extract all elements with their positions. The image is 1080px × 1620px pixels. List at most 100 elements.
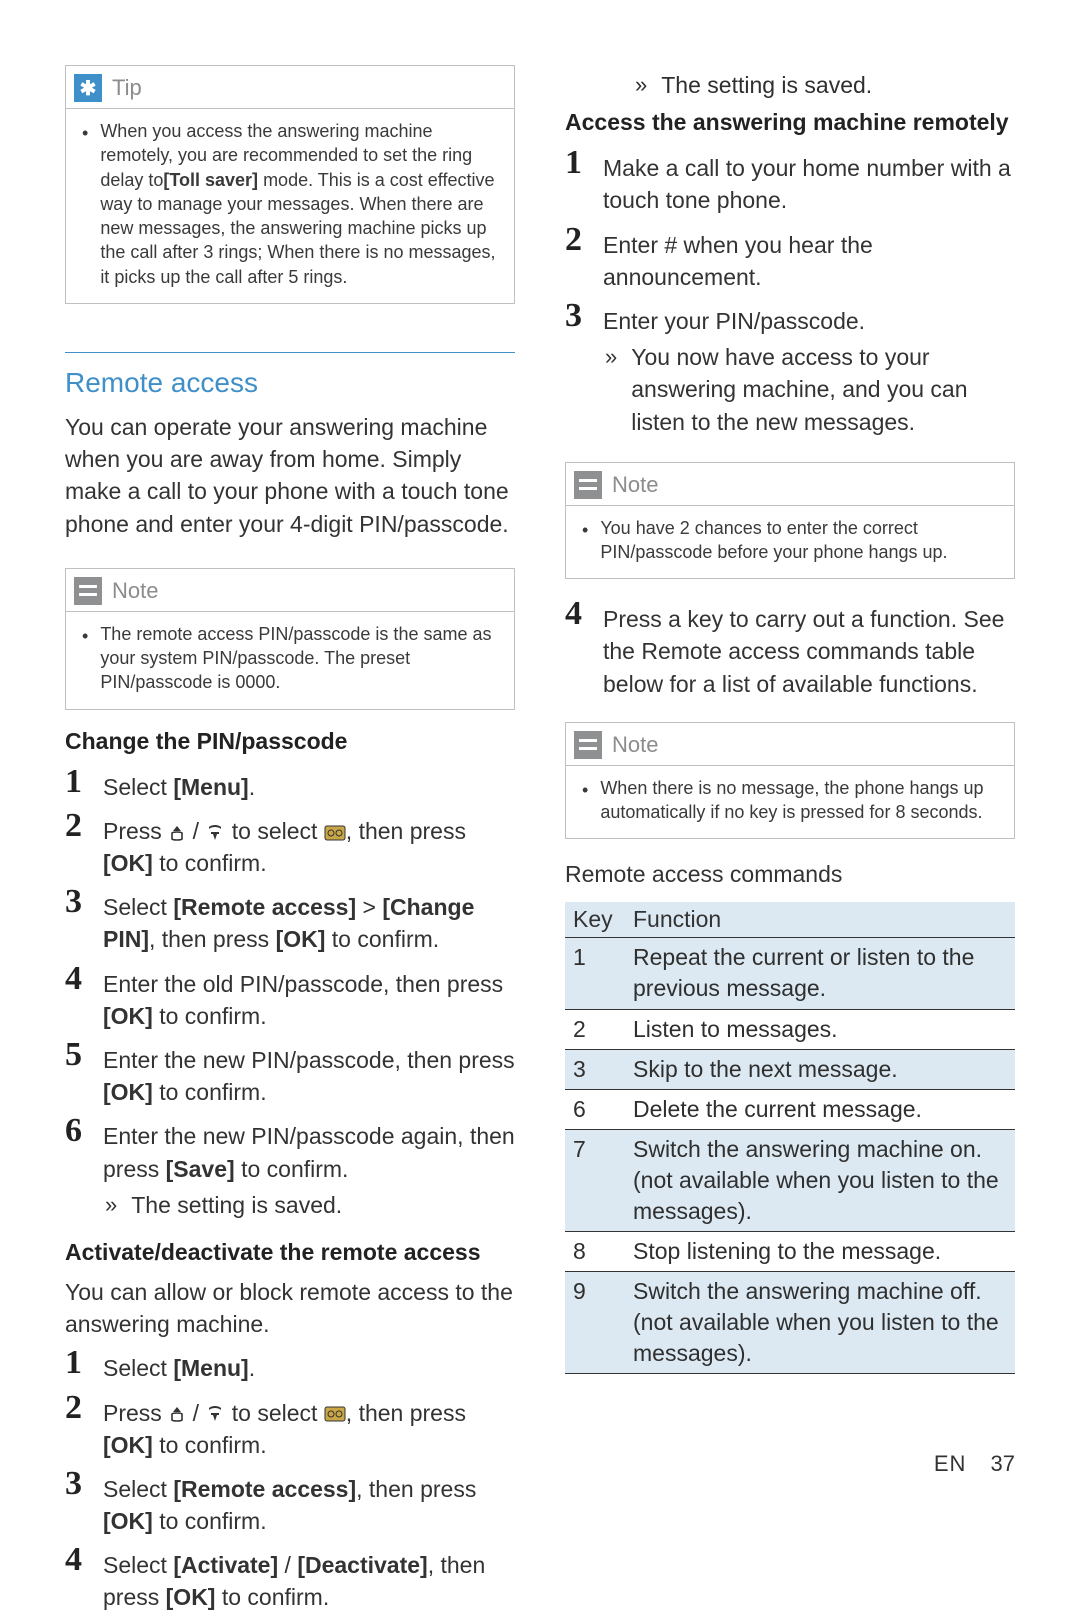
result-arrow-icon: » [105, 1189, 117, 1221]
note1-header: Note [66, 569, 514, 611]
tip-icon: ✱ [74, 74, 102, 102]
phonebook-up-icon [168, 824, 186, 842]
tip-header: ✱ Tip [66, 66, 514, 108]
step-number: 4 [65, 962, 87, 996]
step-number: 1 [565, 146, 587, 180]
access-step-3: 3 Enter your PIN/passcode. » You now hav… [565, 299, 1015, 438]
step-text: Enter # when you hear the announcement. [603, 223, 1015, 293]
note3-title: Note [612, 732, 658, 758]
page-footer: EN 37 [934, 1451, 1015, 1477]
change-pin-heading: Change the PIN/passcode [65, 728, 515, 755]
table-row: 2Listen to messages. [565, 1009, 1015, 1049]
step-text: Press / to select , then press [OK] to c… [103, 1391, 515, 1461]
cell-function: Switch the answering machine off. (not a… [625, 1271, 1015, 1373]
step-number: 5 [65, 1038, 87, 1072]
substep: » The setting is saved. [105, 1189, 515, 1221]
step-number: 4 [65, 1543, 87, 1577]
activate-heading: Activate/deactivate the remote access [65, 1239, 515, 1266]
note3-item: • When there is no message, the phone ha… [582, 776, 998, 825]
table-row: 9Switch the answering machine off. (not … [565, 1271, 1015, 1373]
access-step-2: 2 Enter # when you hear the announcement… [565, 223, 1015, 293]
bullet-icon: • [82, 119, 88, 289]
cell-function: Listen to messages. [625, 1009, 1015, 1049]
cell-key: 2 [565, 1009, 625, 1049]
table-row: 1Repeat the current or listen to the pre… [565, 938, 1015, 1009]
note2-item: • You have 2 chances to enter the correc… [582, 516, 998, 565]
note1-text: The remote access PIN/passcode is the sa… [100, 622, 498, 695]
step-text: Enter the new PIN/passcode again, then p… [103, 1114, 515, 1221]
activate-intro: You can allow or block remote access to … [65, 1276, 515, 1340]
step-number: 3 [65, 1467, 87, 1501]
note1-item: • The remote access PIN/passcode is the … [82, 622, 498, 695]
top-substep: » The setting is saved. [635, 69, 1015, 101]
note1-body: • The remote access PIN/passcode is the … [66, 611, 514, 709]
note2-title: Note [612, 472, 658, 498]
step-text: Select [Remote access] > [Change PIN], t… [103, 885, 515, 955]
cell-function: Skip to the next message. [625, 1049, 1015, 1089]
table-row: 8Stop listening to the message. [565, 1231, 1015, 1271]
footer-lang: EN [934, 1451, 967, 1476]
cell-function: Switch the answering machine on. (not av… [625, 1129, 1015, 1231]
note2-text: You have 2 chances to enter the correct … [600, 516, 998, 565]
changepin-step-3: 3 Select [Remote access] > [Change PIN],… [65, 885, 515, 955]
step-text: Make a call to your home number with a t… [603, 146, 1015, 216]
step-text: Select [Activate] / [Deactivate], then p… [103, 1543, 515, 1613]
note-icon [574, 731, 602, 759]
step-number: 4 [565, 597, 587, 631]
step-number: 6 [65, 1114, 87, 1148]
changepin-step-2: 2 Press / to select , then press [OK] to… [65, 809, 515, 879]
step-number: 3 [565, 299, 587, 333]
note-callout-2: Note • You have 2 chances to enter the c… [565, 462, 1015, 580]
cell-key: 1 [565, 938, 625, 1009]
left-column: ✱ Tip • When you access the answering ma… [65, 65, 515, 1620]
phonebook-up-icon [168, 1405, 186, 1423]
cell-key: 6 [565, 1089, 625, 1129]
note-callout-1: Note • The remote access PIN/passcode is… [65, 568, 515, 710]
step-number: 2 [65, 809, 87, 843]
redial-down-icon [205, 823, 225, 843]
step-text: Press / to select , then press [OK] to c… [103, 809, 515, 879]
substep-text: The setting is saved. [131, 1189, 342, 1221]
step-number: 1 [65, 765, 87, 799]
note3-body: • When there is no message, the phone ha… [566, 765, 1014, 839]
activate-step-4: 4 Select [Activate] / [Deactivate], then… [65, 1543, 515, 1613]
table-row: 7Switch the answering machine on. (not a… [565, 1129, 1015, 1231]
cell-key: 9 [565, 1271, 625, 1373]
access-step-4: 4 Press a key to carry out a function. S… [565, 597, 1015, 700]
result-arrow-icon: » [605, 341, 617, 438]
step-text: Press a key to carry out a function. See… [603, 597, 1015, 700]
tip-title: Tip [112, 75, 142, 101]
step-number: 1 [65, 1346, 87, 1380]
remote-access-heading: Remote access [65, 367, 515, 399]
result-arrow-icon: » [635, 69, 647, 101]
tip-text: When you access the answering machine re… [100, 119, 498, 289]
note1-title: Note [112, 578, 158, 604]
table-heading: Remote access commands [565, 861, 1015, 888]
note2-header: Note [566, 463, 1014, 505]
step-number: 2 [565, 223, 587, 257]
step-number: 3 [65, 885, 87, 919]
tip-item: • When you access the answering machine … [82, 119, 498, 289]
remote-commands-table: Key Function 1Repeat the current or list… [565, 902, 1015, 1374]
cell-key: 8 [565, 1231, 625, 1271]
note3-header: Note [566, 723, 1014, 765]
step-text: Select [Menu]. [103, 765, 255, 803]
answering-machine-icon [324, 825, 346, 841]
bullet-icon: • [582, 516, 588, 565]
tip-callout: ✱ Tip • When you access the answering ma… [65, 65, 515, 304]
col-key: Key [565, 902, 625, 938]
step3-label: Enter your PIN/passcode. [603, 308, 865, 334]
table-row: 6Delete the current message. [565, 1089, 1015, 1129]
substep-text: You now have access to your answering ma… [631, 341, 1015, 438]
col-function: Function [625, 902, 1015, 938]
changepin-step-4: 4 Enter the old PIN/passcode, then press… [65, 962, 515, 1032]
activate-step-2: 2 Press / to select , then press [OK] to… [65, 1391, 515, 1461]
remote-access-intro: You can operate your answering machine w… [65, 411, 515, 540]
cell-function: Delete the current message. [625, 1089, 1015, 1129]
access-remote-heading: Access the answering machine remotely [565, 109, 1015, 136]
step-number: 2 [65, 1391, 87, 1425]
cell-key: 3 [565, 1049, 625, 1089]
cell-function: Stop listening to the message. [625, 1231, 1015, 1271]
bullet-icon: • [582, 776, 588, 825]
note2-body: • You have 2 chances to enter the correc… [566, 505, 1014, 579]
